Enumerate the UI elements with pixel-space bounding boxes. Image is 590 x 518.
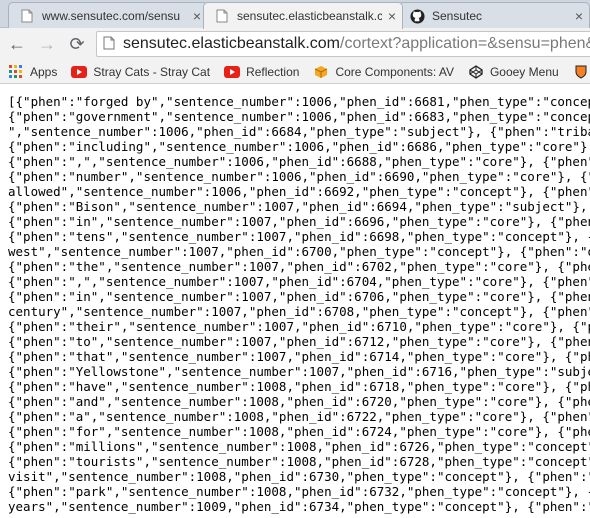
browser-toolbar: ← → ⟳ sensutec.elasticbeanstalk.com/cort…: [0, 28, 590, 60]
youtube-icon: [71, 64, 88, 80]
url-host: sensutec.elasticbeanstalk.com: [123, 35, 340, 52]
tab-sensutec-com[interactable]: www.sensutec.com/sensu ×: [8, 2, 208, 29]
reload-button[interactable]: ⟳: [64, 31, 90, 57]
json-line: {"phen":"have","sentence_number":1008,"p…: [8, 379, 590, 394]
json-line: {"phen":",","sentence_number":1007,"phen…: [8, 274, 590, 289]
json-line: {"phen":"including","sentence_number":10…: [8, 139, 590, 154]
apps-grid-icon: [8, 64, 24, 80]
json-line: {"phen":"their","sentence_number":1007,"…: [8, 319, 590, 334]
bookmark-apps[interactable]: Apps: [8, 64, 57, 80]
youtube-icon: [224, 64, 241, 80]
bookmark-label: Stray Cats - Stray Cat: [93, 64, 211, 79]
json-line: {"phen":"that","sentence_number":1007,"p…: [8, 349, 590, 364]
bookmark-stray-cats[interactable]: Stray Cats - Stray Cat: [71, 64, 210, 80]
tab-strip: www.sensutec.com/sensu × sensutec.elasti…: [0, 0, 590, 29]
page-content: [{"phen":"forged by","sentence_number":1…: [0, 85, 590, 518]
bookmarks-bar: Apps Stray Cats - Stray Cat Reflection C…: [0, 60, 590, 84]
shield-icon: [573, 64, 589, 80]
tab-github-sensutec[interactable]: Sensutec ×: [398, 2, 590, 29]
json-line: {"phen":"in","sentence_number":1007,"phe…: [8, 289, 590, 304]
back-button[interactable]: ←: [4, 31, 30, 57]
url-text: sensutec.elasticbeanstalk.com/cortext?ap…: [123, 35, 590, 53]
bookmark-label: Core Components: AV: [335, 64, 454, 79]
url-path: /cortext?application=&sensu=phen&: [340, 35, 590, 52]
json-line: {"phen":",","sentence_number":1006,"phen…: [8, 154, 590, 169]
bookmark-mo[interactable]: Mo: [573, 64, 590, 80]
json-line: {"phen":"to","sentence_number":1007,"phe…: [8, 334, 590, 349]
json-line: {"phen":"tens","sentence_number":1007,"p…: [8, 229, 590, 244]
json-line: allowed","sentence_number":1006,"phen_id…: [8, 184, 590, 199]
bookmark-reflection[interactable]: Reflection: [224, 64, 299, 80]
tab-elasticbeanstalk[interactable]: sensutec.elasticbeanstalk.c ×: [203, 2, 403, 29]
bookmark-core-components[interactable]: Core Components: AV: [313, 64, 454, 80]
box-icon: [313, 64, 329, 80]
bookmark-label: Reflection: [246, 64, 300, 79]
json-line: {"phen":"and","sentence_number":1008,"ph…: [8, 394, 590, 409]
json-line: {"phen":"the","sentence_number":1007,"ph…: [8, 259, 590, 274]
codepen-icon: [468, 64, 484, 80]
page-icon: [214, 8, 230, 24]
bookmark-label: Gooey Menu: [489, 64, 559, 79]
json-line: west","sentence_number":1007,"phen_id":6…: [8, 244, 590, 259]
tab-close-icon[interactable]: ×: [569, 8, 589, 24]
tab-close-icon[interactable]: ×: [382, 8, 402, 24]
bookmark-gooey-menu[interactable]: Gooey Menu: [468, 64, 559, 80]
json-line: visit","sentence_number":1008,"phen_id":…: [8, 469, 590, 484]
tab-title: sensutec.elasticbeanstalk.c: [237, 9, 382, 23]
forward-button[interactable]: →: [34, 31, 60, 57]
github-icon: [409, 8, 425, 24]
json-line: century","sentence_number":1007,"phen_id…: [8, 304, 590, 319]
json-line: [{"phen":"forged by","sentence_number":1…: [8, 94, 590, 109]
json-line: {"phen":"Bison","sentence_number":1007,"…: [8, 199, 590, 214]
json-line: {"phen":"number","sentence_number":1006,…: [8, 169, 590, 184]
json-line: {"phen":"for","sentence_number":1008,"ph…: [8, 424, 590, 439]
address-bar[interactable]: sensutec.elasticbeanstalk.com/cortext?ap…: [96, 31, 590, 57]
json-line: {"phen":"in","sentence_number":1007,"phe…: [8, 214, 590, 229]
json-line: {"phen":"tourists","sentence_number":100…: [8, 454, 590, 469]
page-info-icon[interactable]: [103, 36, 115, 52]
tab-title: Sensutec: [432, 9, 483, 23]
page-icon: [19, 8, 35, 24]
json-line: {"phen":"park","sentence_number":1008,"p…: [8, 484, 590, 499]
json-response-text: [{"phen":"forged by","sentence_number":1…: [8, 94, 590, 514]
bookmark-label: Apps: [30, 64, 58, 79]
json-line: {"phen":"a","sentence_number":1008,"phen…: [8, 409, 590, 424]
json-line: years","sentence_number":1009,"phen_id":…: [8, 499, 590, 514]
json-line: {"phen":"Yellowstone","sentence_number":…: [8, 364, 590, 379]
tab-title: www.sensutec.com/sensu: [42, 9, 181, 23]
json-line: {"phen":"government","sentence_number":1…: [8, 109, 590, 124]
json-line: {"phen":"millions","sentence_number":100…: [8, 439, 590, 454]
json-line: ","sentence_number":1006,"phen_id":6684,…: [8, 124, 590, 139]
